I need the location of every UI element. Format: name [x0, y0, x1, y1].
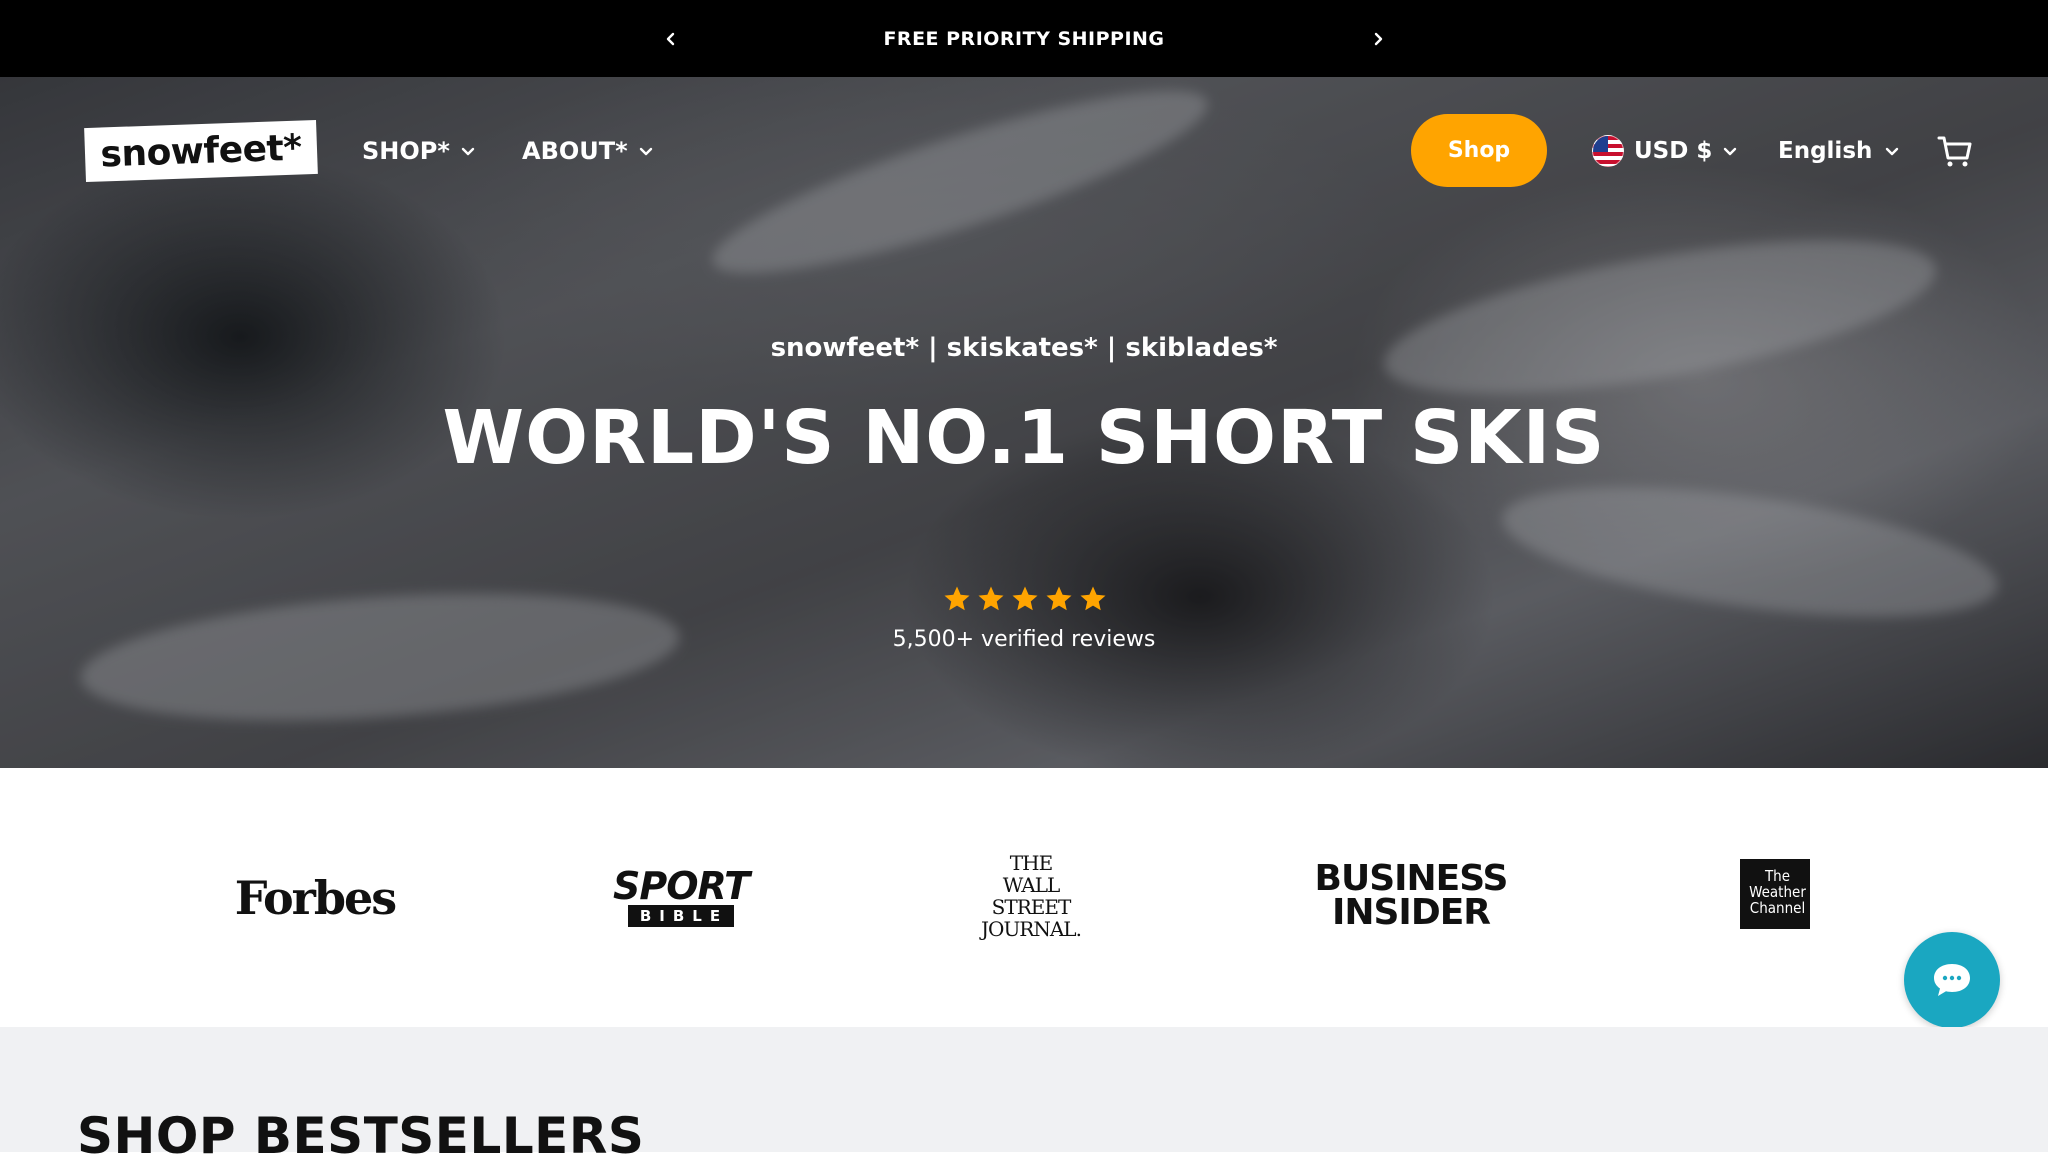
bestsellers-section: SHOP BESTSELLERS	[0, 1027, 2048, 1165]
wsj-logo-line: THE	[1009, 851, 1053, 875]
sportbible-logo-sport: SPORT	[613, 864, 750, 908]
announcement-prev-button[interactable]	[656, 24, 686, 54]
rating-stars	[940, 584, 1110, 616]
nav-about-label: ABOUT*	[522, 137, 628, 165]
chevron-left-icon	[666, 32, 675, 46]
nav-about-menu[interactable]: ABOUT*	[522, 129, 654, 173]
us-flag-icon	[1592, 135, 1624, 167]
chat-widget-button[interactable]	[1904, 932, 2000, 1028]
star-icon	[944, 586, 970, 611]
bi-logo-line: INSIDER	[1331, 892, 1491, 933]
weather-logo-line: Weather	[1749, 882, 1806, 901]
press-logos-section: Forbes SPORT BIBLE THE WALL STREET JOURN…	[0, 768, 2048, 1027]
announcement-text: FREE PRIORITY SHIPPING	[883, 27, 1165, 50]
chat-bubble-icon	[1934, 964, 1970, 996]
forbes-logo: Forbes	[234, 871, 397, 925]
nav-shop-menu[interactable]: SHOP*	[362, 129, 476, 173]
announcement-next-button[interactable]	[1363, 24, 1393, 54]
wsj-logo: THE WALL STREET JOURNAL.	[968, 852, 1094, 940]
cart-icon	[1937, 136, 1972, 167]
chevron-down-icon	[639, 147, 652, 156]
weather-channel-logo: The Weather Channel	[1740, 859, 1810, 929]
currency-selector[interactable]: USD $	[1592, 129, 1738, 173]
star-icon	[978, 586, 1004, 611]
chevron-right-icon	[1374, 32, 1383, 46]
nav-shop-label: SHOP*	[362, 137, 450, 165]
star-icon	[1012, 586, 1038, 611]
reviews-count: 5,500+ verified reviews	[892, 627, 1156, 652]
star-icon	[1080, 586, 1106, 611]
shop-button[interactable]: Shop	[1411, 114, 1547, 187]
wsj-logo-line: WALL STREET	[991, 873, 1072, 919]
bi-logo-line: BUSINESS	[1314, 858, 1509, 899]
language-label: English	[1778, 138, 1873, 164]
sportbible-logo-bible: BIBLE	[627, 905, 735, 927]
chevron-down-icon	[1724, 147, 1737, 156]
chevron-down-icon	[461, 147, 475, 156]
hero-subtitle: snowfeet* | skiskates* | skiblades*	[770, 333, 1278, 363]
announcement-bar: FREE PRIORITY SHIPPING	[0, 0, 2048, 77]
star-icon	[1046, 586, 1072, 611]
cart-button[interactable]	[1936, 132, 1974, 170]
hero-title: WORLD'S NO.1 SHORT SKIS	[442, 395, 1606, 481]
bestsellers-heading: SHOP BESTSELLERS	[77, 1107, 645, 1165]
weather-logo-line: Channel	[1749, 898, 1806, 917]
chevron-down-icon	[1886, 147, 1899, 156]
logo-text: snowfeet*	[99, 127, 303, 175]
language-selector[interactable]: English	[1778, 129, 1900, 173]
snowfeet-logo[interactable]: snowfeet*	[84, 119, 318, 183]
wsj-logo-line: JOURNAL.	[981, 917, 1082, 941]
weather-logo-line: The	[1764, 866, 1791, 885]
business-insider-logo: BUSINESS INSIDER	[1314, 858, 1509, 933]
hero-section: snowfeet* SHOP* ABOUT* Shop USD $ Englis…	[0, 77, 2048, 768]
currency-label: USD $	[1634, 138, 1713, 164]
sportbible-logo: SPORT BIBLE	[613, 862, 750, 932]
